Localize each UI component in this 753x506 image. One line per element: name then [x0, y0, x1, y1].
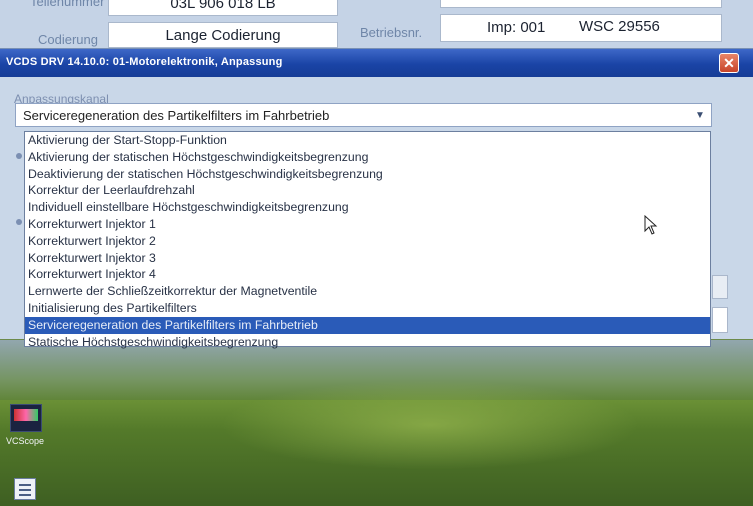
hidden-radio-marker [16, 153, 22, 159]
close-icon: ✕ [723, 54, 735, 71]
doc-line [19, 489, 31, 491]
vcscope-icon-label: VCScope [6, 436, 45, 446]
codierung-field: Lange Codierung [108, 22, 338, 48]
codierung-label: Codierung [38, 32, 98, 47]
channel-dropdown-list[interactable]: Aktivierung der Start-Stopp-Funktion Akti… [24, 131, 711, 349]
hidden-radio-marker [16, 219, 22, 225]
betriebsnr-field: Imp: 001 WSC 29556 [440, 14, 722, 42]
list-item-selected[interactable]: Serviceregeneration des Partikelfilters … [25, 316, 710, 334]
dialog-titlebar[interactable]: VCDS DRV 14.10.0: 01-Motorelektronik, An… [0, 49, 753, 77]
list-item[interactable]: Initialisierung des Partikelfilters [25, 300, 710, 317]
channel-combobox[interactable]: Serviceregeneration des Partikelfilters … [15, 103, 712, 127]
adaptation-dialog: VCDS DRV 14.10.0: 01-Motorelektronik, An… [0, 48, 753, 349]
list-item[interactable]: Korrektur der Leerlaufdrehzahl [25, 182, 710, 199]
hidden-side-control [712, 275, 728, 299]
teilenummer-value: 03L 906 018 LB [170, 0, 276, 12]
doc-line [19, 494, 31, 496]
wsc-value: WSC 29556 [579, 18, 660, 35]
codierung-value: Lange Codierung [165, 26, 281, 44]
teilenummer-label: Teilenummer [30, 0, 105, 9]
list-item[interactable]: Statische Höchstgeschwindigkeitsbegrenzu… [25, 334, 710, 351]
vcscope-icon-graphic [14, 409, 38, 421]
channel-combobox-value: Serviceregeneration des Partikelfilters … [23, 108, 330, 123]
close-button[interactable]: ✕ [719, 53, 739, 73]
parent-window: Teilenummer 03L 906 018 LB Codierung Lan… [0, 0, 753, 52]
list-item[interactable]: Korrekturwert Injektor 4 [25, 266, 710, 283]
list-item[interactable]: Deaktivierung der statischen Höchstgesch… [25, 166, 710, 183]
parent-top-right-field [440, 0, 722, 8]
vcscope-icon[interactable] [10, 404, 42, 432]
list-item[interactable]: Aktivierung der statischen Höchstgeschwi… [25, 149, 710, 166]
imp-value: Imp: 001 [487, 19, 546, 36]
list-item[interactable]: Korrekturwert Injektor 1 [25, 216, 710, 233]
document-icon[interactable] [14, 478, 36, 500]
list-item[interactable]: Aktivierung der Start-Stopp-Funktion [25, 132, 710, 149]
teilenummer-field: 03L 906 018 LB [108, 0, 338, 16]
hidden-side-button [712, 307, 728, 333]
betriebsnr-label: Betriebsnr. [360, 25, 423, 40]
list-item[interactable]: Lernwerte der Schließzeitkorrektur der M… [25, 283, 710, 300]
doc-line [19, 484, 31, 486]
list-item[interactable]: Korrekturwert Injektor 3 [25, 250, 710, 267]
chevron-down-icon[interactable]: ▼ [691, 106, 709, 124]
wallpaper-grass [220, 380, 640, 470]
list-item[interactable]: Korrekturwert Injektor 2 [25, 233, 710, 250]
dialog-title: VCDS DRV 14.10.0: 01-Motorelektronik, An… [6, 56, 283, 68]
mouse-cursor-icon [644, 215, 658, 235]
list-item[interactable]: Individuell einstellbare Höchstgeschwind… [25, 199, 710, 216]
